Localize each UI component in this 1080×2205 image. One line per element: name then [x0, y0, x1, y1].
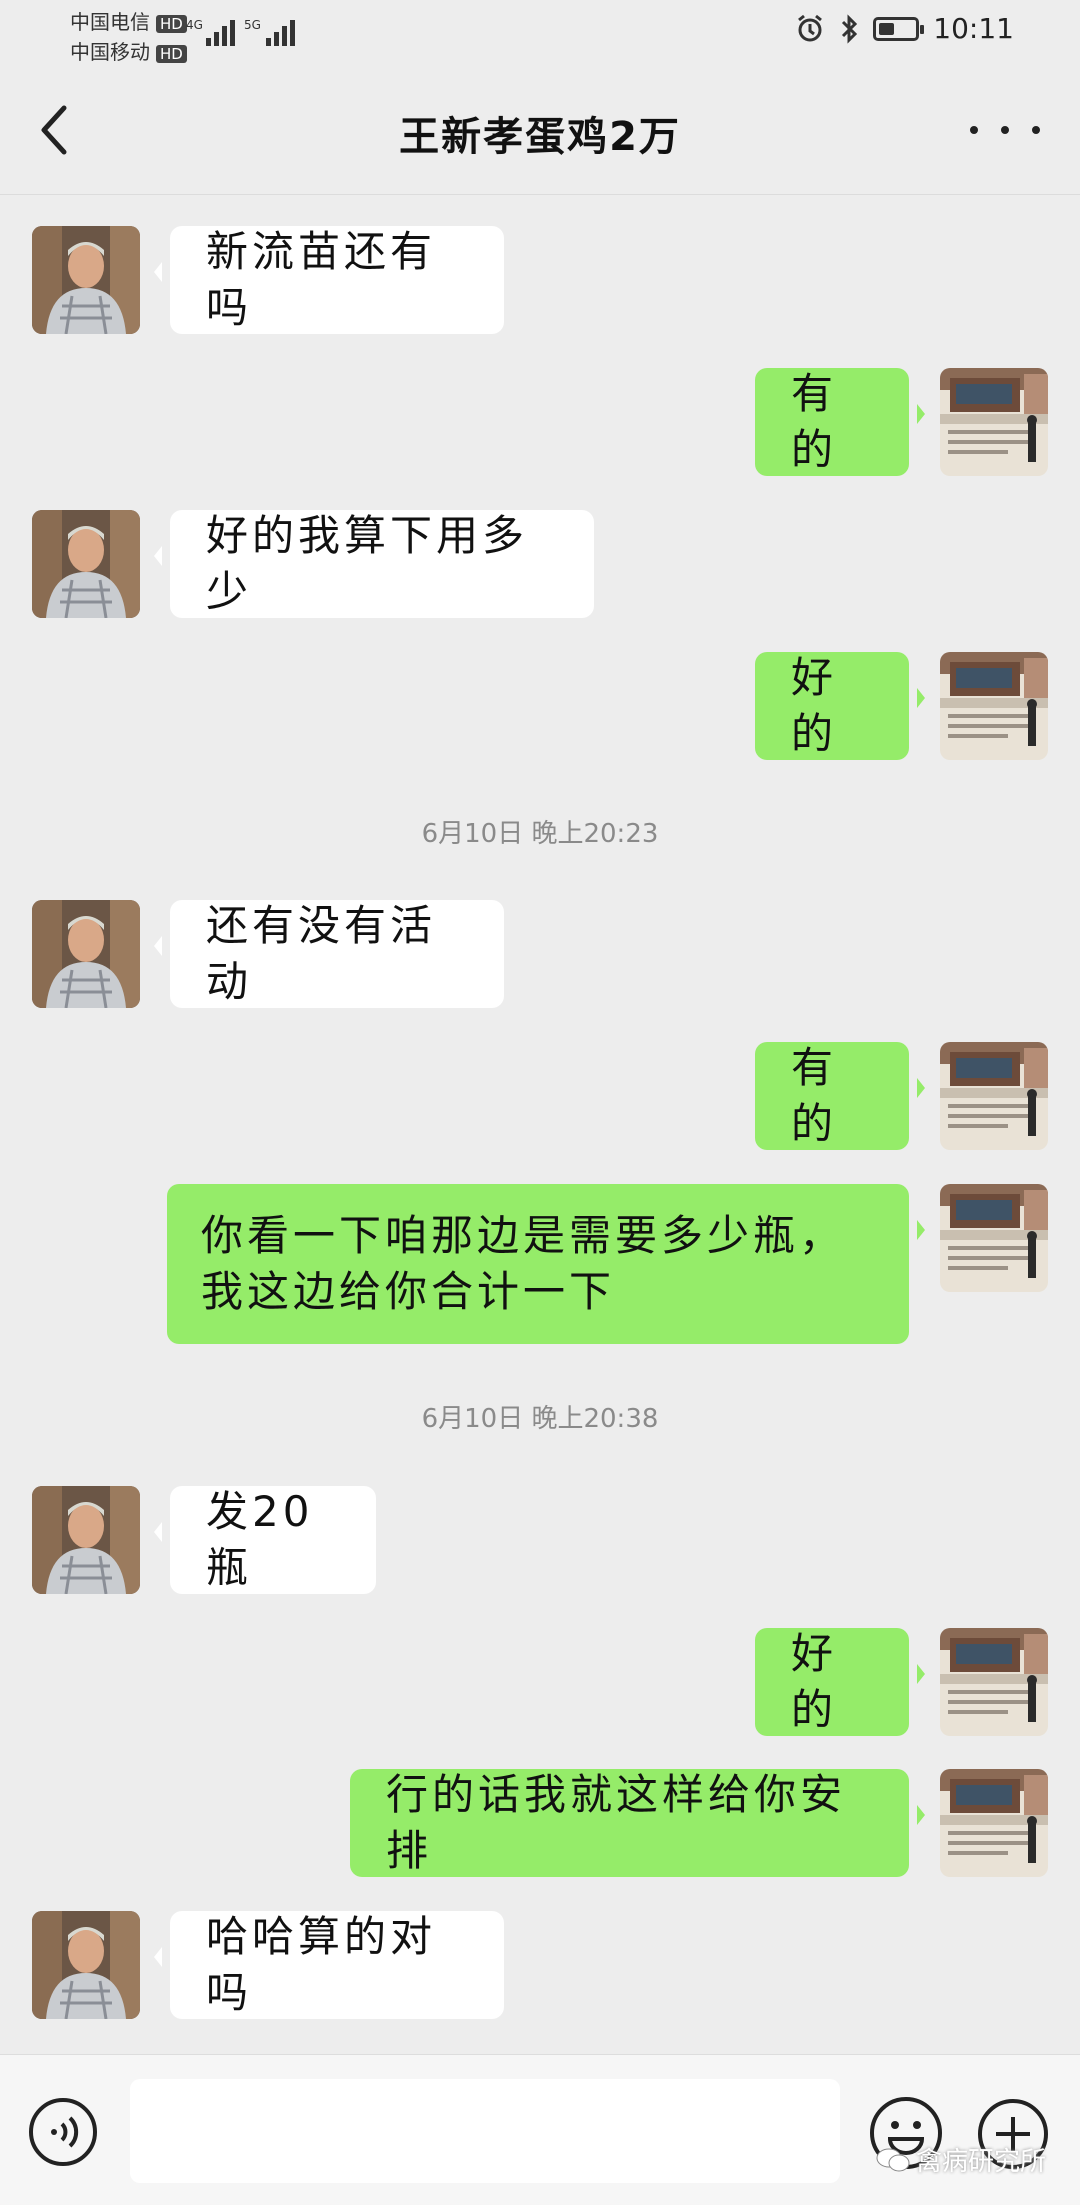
status-bar: 中国电信 HD 中国移动 HD 4G 5G 10:11: [0, 0, 1080, 70]
message-bubble[interactable]: 好的我算下用多少: [154, 510, 594, 618]
clock: 10:11: [933, 12, 1014, 45]
carrier-2: 中国移动 HD: [70, 36, 187, 65]
input-bar: 禽病研究所: [0, 2054, 1080, 2205]
alarm-icon: [798, 14, 823, 41]
message-bubble[interactable]: 有的: [755, 1042, 925, 1150]
hd-badge: HD: [156, 15, 187, 33]
hd-badge: HD: [156, 45, 187, 63]
avatar[interactable]: [32, 510, 140, 618]
voice-button[interactable]: [28, 2097, 98, 2167]
avatar-self[interactable]: [940, 1628, 1048, 1736]
avatar-self[interactable]: [940, 1769, 1048, 1877]
network-type-1: 4G: [186, 18, 203, 32]
message-bubble[interactable]: 哈哈算的对吗: [154, 1911, 504, 2019]
message-bubble[interactable]: 发20瓶: [154, 1486, 376, 1594]
battery-icon: [873, 16, 925, 41]
signal-icon: [266, 18, 295, 46]
avatar-self[interactable]: [940, 1042, 1048, 1150]
message-input[interactable]: [130, 2079, 840, 2183]
timestamp: 6月10日 晚上20:23: [421, 819, 659, 849]
avatar[interactable]: [32, 1911, 140, 2019]
chat-header: 王新孝蛋鸡2万: [0, 70, 1080, 195]
avatar[interactable]: [32, 226, 140, 334]
message-bubble[interactable]: 好的: [755, 1628, 925, 1736]
status-right: 10:11: [795, 12, 1014, 45]
watermark: 禽病研究所: [876, 2141, 1046, 2178]
avatar-self[interactable]: [940, 1184, 1048, 1292]
message-bubble[interactable]: 有的: [755, 368, 925, 476]
message-bubble[interactable]: 好的: [755, 652, 925, 760]
more-button[interactable]: [970, 110, 1040, 150]
message-bubble[interactable]: 还有没有活动: [154, 900, 504, 1008]
message-bubble[interactable]: 你看一下咱那边是需要多少瓶，我这边给你合计一下: [167, 1184, 925, 1344]
wechat-logo-icon: [876, 2148, 910, 2171]
more-dots-icon: [970, 126, 978, 134]
avatar-self[interactable]: [940, 368, 1048, 476]
avatar-self[interactable]: [940, 652, 1048, 760]
network-type-2: 5G: [244, 18, 261, 32]
avatar[interactable]: [32, 1486, 140, 1594]
chat-title: 王新孝蛋鸡2万: [399, 114, 681, 160]
message-bubble[interactable]: 行的话我就这样给你安排: [350, 1769, 925, 1877]
voice-icon: [29, 2098, 97, 2166]
message-bubble[interactable]: 新流苗还有吗: [154, 226, 504, 334]
avatar[interactable]: [32, 900, 140, 1008]
carrier-1: 中国电信 HD: [70, 6, 187, 35]
signal-icon: [206, 18, 235, 46]
timestamp: 6月10日 晚上20:38: [421, 1404, 659, 1434]
bluetooth-icon: [842, 13, 858, 44]
